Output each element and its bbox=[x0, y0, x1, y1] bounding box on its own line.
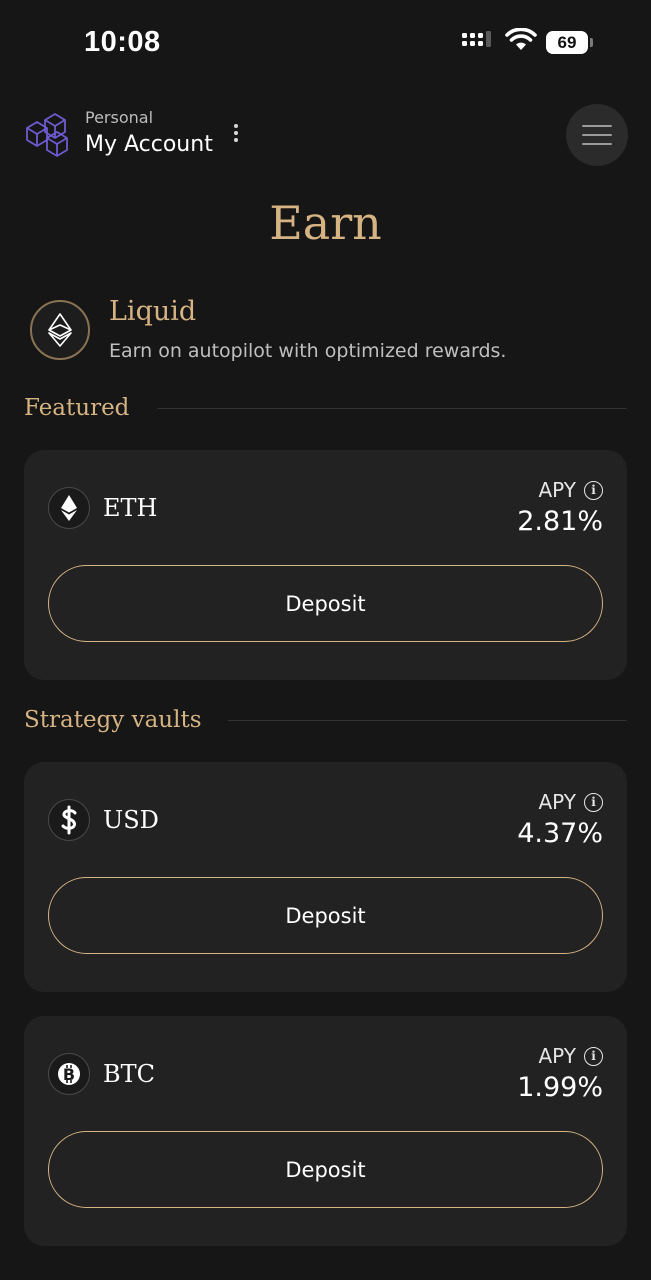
apy-value: 2.81% bbox=[517, 506, 603, 537]
status-time: 10:08 bbox=[84, 26, 161, 58]
more-options-icon[interactable] bbox=[231, 124, 241, 146]
cellular-signal-icon bbox=[462, 31, 491, 47]
strategy-vaults-heading: Strategy vaults bbox=[24, 707, 202, 733]
hamburger-line bbox=[582, 143, 612, 145]
featured-heading: Featured bbox=[24, 395, 130, 421]
strategy-vaults-divider bbox=[228, 720, 627, 721]
battery-tip bbox=[590, 38, 593, 47]
vault-card-eth: ETH APY i 2.81% Deposit bbox=[24, 450, 627, 680]
deposit-button-eth[interactable]: Deposit bbox=[48, 565, 603, 642]
liquid-description: Earn on autopilot with optimized rewards… bbox=[109, 340, 507, 362]
liquid-title[interactable]: Liquid bbox=[109, 296, 196, 327]
apy-text: APY bbox=[538, 478, 576, 502]
svg-text:B: B bbox=[63, 1065, 75, 1084]
status-bar: 10:08 69 bbox=[0, 0, 651, 86]
apy-value: 4.37% bbox=[517, 818, 603, 849]
account-name[interactable]: My Account bbox=[85, 132, 213, 157]
token-name: BTC bbox=[103, 1060, 156, 1088]
apy-label: APY i bbox=[538, 478, 603, 502]
deposit-button-usd[interactable]: Deposit bbox=[48, 877, 603, 954]
token-name: ETH bbox=[103, 494, 158, 522]
featured-divider bbox=[157, 408, 627, 409]
account-type-label: Personal bbox=[85, 108, 154, 127]
apy-text: APY bbox=[538, 790, 576, 814]
apy-label: APY i bbox=[538, 790, 603, 814]
ethereum-outline-icon bbox=[48, 313, 72, 347]
page-title: Earn bbox=[269, 196, 382, 250]
earn-screen: 10:08 69 Personal My Account Earn Liquid… bbox=[0, 0, 651, 1280]
battery-indicator: 69 bbox=[546, 31, 588, 54]
vault-card-usd: USD APY i 4.37% Deposit bbox=[24, 762, 627, 992]
hamburger-line bbox=[582, 125, 612, 127]
menu-button[interactable] bbox=[566, 104, 628, 166]
apy-text: APY bbox=[538, 1044, 576, 1068]
account-logo-icon[interactable] bbox=[23, 110, 73, 160]
apy-label: APY i bbox=[538, 1044, 603, 1068]
info-icon[interactable]: i bbox=[584, 792, 603, 812]
liquid-eth-icon[interactable] bbox=[30, 300, 90, 360]
bitcoin-icon: B bbox=[48, 1053, 90, 1095]
hamburger-line bbox=[582, 134, 612, 136]
eth-icon bbox=[48, 487, 90, 529]
deposit-button-btc[interactable]: Deposit bbox=[48, 1131, 603, 1208]
info-icon[interactable]: i bbox=[584, 480, 603, 500]
vault-card-btc: B BTC APY i 1.99% Deposit bbox=[24, 1016, 627, 1246]
wifi-icon bbox=[505, 28, 537, 50]
token-name: USD bbox=[103, 806, 159, 834]
info-icon[interactable]: i bbox=[584, 1046, 603, 1066]
apy-value: 1.99% bbox=[517, 1072, 603, 1103]
dollar-icon bbox=[48, 799, 90, 841]
